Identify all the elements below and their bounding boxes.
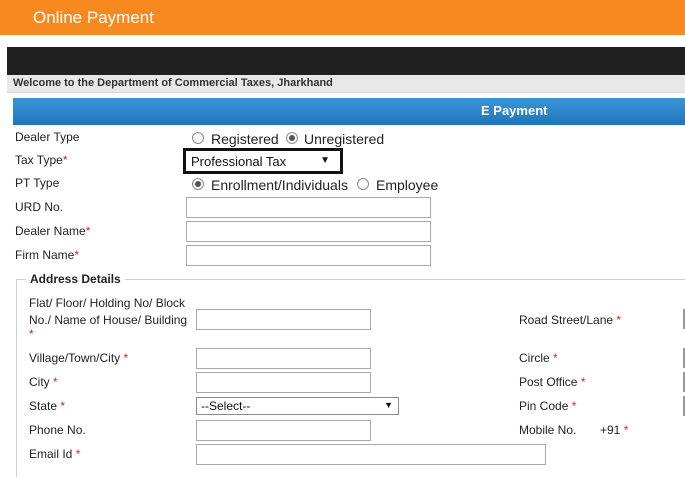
dealer-type-unregistered-label[interactable]: Unregistered (304, 131, 384, 147)
city-input[interactable] (196, 372, 371, 393)
post-office-label: Post Office (519, 375, 586, 389)
required-marker (124, 351, 129, 365)
state-label-text: State (29, 399, 58, 413)
dealer-type-label: Dealer Type (15, 130, 80, 144)
dealer-name-label: Dealer Name (15, 224, 90, 238)
dealer-type-registered-label[interactable]: Registered (211, 131, 279, 147)
firm-name-label: Firm Name (15, 248, 79, 262)
road-label: Road Street/Lane (519, 313, 621, 327)
email-input[interactable] (196, 444, 546, 465)
required-marker (616, 313, 621, 327)
state-label: State (29, 399, 65, 413)
email-label-text: Email Id (29, 447, 73, 461)
required-marker (86, 224, 91, 238)
flat-label-line2: No./ Name of House/ Building (29, 313, 188, 327)
dealer-name-input[interactable] (186, 221, 431, 242)
pt-type-label: PT Type (15, 176, 60, 190)
tax-type-select[interactable]: Professional Tax ▼ (183, 148, 343, 174)
dealer-type-registered-radio[interactable] (192, 132, 204, 144)
dropdown-arrow-icon: ▼ (320, 155, 330, 166)
welcome-text: Welcome to the Department of Commercial … (13, 77, 333, 89)
tax-type-value: Professional Tax (191, 154, 287, 169)
state-select[interactable]: --Select-- ▼ (196, 397, 399, 415)
tax-type-label: Tax Type (15, 153, 67, 167)
city-label: City (29, 375, 58, 389)
dropdown-arrow-icon: ▼ (384, 400, 393, 410)
required-marker (581, 375, 586, 389)
state-select-value: --Select-- (201, 399, 251, 413)
section-title: E Payment (481, 103, 548, 118)
mobile-prefix: +91 (600, 423, 628, 437)
welcome-banner: Welcome to the Department of Commercial … (7, 75, 685, 93)
pt-type-employee-radio[interactable] (357, 178, 369, 190)
pin-code-label: Pin Code (519, 399, 576, 413)
pt-type-enrollment-label[interactable]: Enrollment/Individuals (211, 177, 348, 193)
required-marker (76, 447, 81, 461)
village-label-text: Village/Town/City (29, 351, 121, 365)
required-marker (572, 399, 577, 413)
mobile-label: Mobile No. (519, 423, 577, 437)
flat-input[interactable] (196, 309, 371, 330)
required-marker (553, 351, 558, 365)
circle-label: Circle (519, 351, 558, 365)
page-header: Online Payment (0, 0, 685, 35)
urd-no-input[interactable] (186, 197, 431, 218)
urd-no-label: URD No. (15, 200, 64, 214)
nav-bar (7, 47, 685, 75)
pt-type-enrollment-radio[interactable] (192, 178, 204, 190)
firm-name-label-text: Firm Name (15, 248, 75, 262)
required-marker (74, 248, 79, 262)
circle-label-text: Circle (519, 351, 550, 365)
mobile-prefix-text: +91 (600, 423, 621, 437)
dealer-type-unregistered-radio[interactable] (286, 132, 298, 144)
road-label-text: Road Street/Lane (519, 313, 614, 327)
required-marker (624, 423, 629, 437)
required-marker (60, 399, 65, 413)
post-office-label-text: Post Office (519, 375, 578, 389)
village-input[interactable] (196, 348, 371, 369)
phone-label: Phone No. (29, 423, 86, 437)
flat-label-line1: Flat/ Floor/ Holding No/ Block (29, 296, 186, 310)
address-legend: Address Details (26, 272, 125, 286)
section-header: E Payment (13, 98, 685, 125)
village-label: Village/Town/City (29, 351, 128, 365)
firm-name-input[interactable] (186, 245, 431, 266)
pin-code-label-text: Pin Code (519, 399, 569, 413)
pt-type-employee-label[interactable]: Employee (376, 177, 438, 193)
phone-input[interactable] (196, 420, 371, 441)
flat-required-marker (29, 327, 34, 341)
required-marker (53, 375, 58, 389)
dealer-name-label-text: Dealer Name (15, 224, 86, 238)
city-label-text: City (29, 375, 50, 389)
required-marker (63, 153, 68, 167)
page-title: Online Payment (33, 8, 154, 27)
email-label: Email Id (29, 447, 80, 461)
tax-type-label-text: Tax Type (15, 153, 63, 167)
